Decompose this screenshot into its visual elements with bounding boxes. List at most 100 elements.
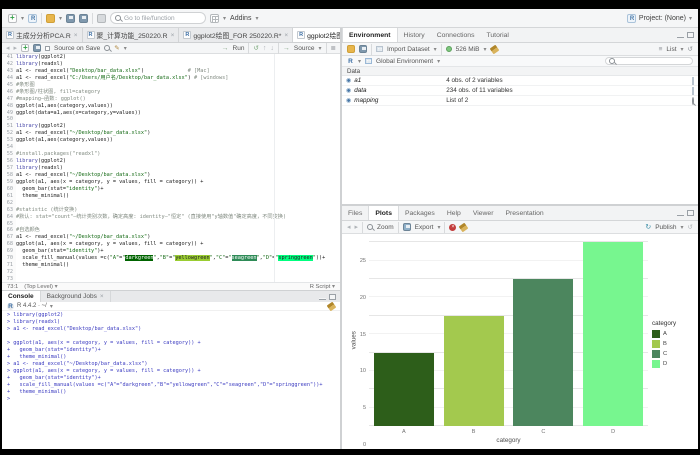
open-dropdown-icon[interactable]: ▾ xyxy=(59,15,62,22)
next-plot-icon[interactable]: ▸ xyxy=(355,223,359,231)
code-line[interactable]: 43a1 <- read_excel("Desktop/bar_data.xls… xyxy=(2,68,340,75)
save-icon[interactable] xyxy=(66,14,75,23)
project-menu[interactable]: Project: (None) xyxy=(639,15,686,22)
run-down-icon[interactable]: ↓ xyxy=(270,45,274,52)
clear-console-icon[interactable] xyxy=(327,301,337,311)
maximize-icon[interactable] xyxy=(687,210,694,216)
export-plot-button[interactable]: Export xyxy=(415,224,434,231)
code-line[interactable]: 48ggplot(a1,aes(category,values)) xyxy=(2,103,340,110)
tab-viewer[interactable]: Viewer xyxy=(467,206,500,220)
editor-tab[interactable]: R聚_计算功能_250220.R× xyxy=(83,28,180,42)
tab-close-icon[interactable]: × xyxy=(100,293,104,300)
code-line[interactable]: 52a1 <- read_excel("~/Desktop/bar_data.x… xyxy=(2,130,340,137)
code-line[interactable]: 53ggplot(a1,aes(category,values)) xyxy=(2,137,340,144)
doc-type-selector[interactable]: R Script ▾ xyxy=(310,283,335,290)
tab-close-icon[interactable]: × xyxy=(74,32,78,39)
code-line[interactable]: 68ggplot(a1, aes(x = category, y = value… xyxy=(2,241,340,248)
previous-plot-icon[interactable]: ◂ xyxy=(347,223,351,231)
tab-environment[interactable]: Environment xyxy=(342,28,398,42)
panes-dropdown-icon[interactable]: ▾ xyxy=(223,15,226,22)
expand-object-icon[interactable]: ◉ xyxy=(346,97,351,104)
environment-object-row[interactable]: ◉a14 obs. of 2 variables xyxy=(342,76,698,86)
code-tools-icon[interactable]: ✎ xyxy=(114,44,119,52)
list-dropdown-icon[interactable]: ▾ xyxy=(681,46,684,53)
expand-object-icon[interactable]: ◉ xyxy=(346,77,351,84)
code-line[interactable]: 47#mapping—函数: ggplot() xyxy=(2,96,340,103)
new-file-icon[interactable] xyxy=(8,14,17,23)
r-version-label[interactable]: R 4.4.2 · ~/ xyxy=(17,303,47,309)
import-dropdown-icon[interactable]: ▾ xyxy=(434,46,437,53)
save-doc-icon[interactable] xyxy=(33,44,41,52)
editor-tab[interactable]: Rggplot2绘图.R*× xyxy=(293,28,340,42)
minimize-icon[interactable] xyxy=(319,298,326,300)
list-view-selector[interactable]: List xyxy=(666,46,676,53)
code-line[interactable]: 72 xyxy=(2,269,340,276)
publish-dropdown-icon[interactable]: ▾ xyxy=(681,224,684,231)
code-line[interactable]: 46#条形图/柱状图, fill=category xyxy=(2,89,340,96)
environment-object-row[interactable]: ◉mappingList of 2 xyxy=(342,96,698,106)
outline-icon[interactable]: ≣ xyxy=(331,44,336,52)
code-line[interactable]: 45#条形图 xyxy=(2,82,340,89)
runtime-dropdown-icon[interactable]: ▾ xyxy=(50,303,53,310)
tab-help[interactable]: Help xyxy=(441,206,467,220)
code-line[interactable]: 51library(ggplot2) xyxy=(2,123,340,130)
environment-object-row[interactable]: ◉data234 obs. of 11 variables xyxy=(342,86,698,96)
new-file-dropdown-icon[interactable]: ▾ xyxy=(21,15,24,22)
code-line[interactable]: 61 theme_minimal() xyxy=(2,193,340,200)
tab-history[interactable]: History xyxy=(398,28,431,42)
inspect-object-icon[interactable] xyxy=(692,97,694,105)
code-line[interactable]: 64#默认: stat="count"—统计类别次数，确定高度: identit… xyxy=(2,214,340,221)
tab-presentation[interactable]: Presentation xyxy=(499,206,549,220)
find-icon[interactable] xyxy=(104,45,110,51)
minimize-icon[interactable] xyxy=(677,214,684,216)
memory-usage-label[interactable]: 526 MiB xyxy=(456,46,480,53)
environment-search-input[interactable] xyxy=(605,57,693,65)
code-line[interactable]: 62 xyxy=(2,200,340,207)
language-dropdown-icon[interactable]: ▾ xyxy=(358,58,361,65)
project-dropdown-icon[interactable]: ▾ xyxy=(689,15,692,22)
export-dropdown-icon[interactable]: ▾ xyxy=(437,224,440,231)
environment-scope-selector[interactable]: Global Environment xyxy=(376,58,433,65)
console-tab[interactable]: Console xyxy=(2,291,41,302)
tab-packages[interactable]: Packages xyxy=(399,206,441,220)
addins-dropdown-icon[interactable]: ▾ xyxy=(255,15,258,22)
run-button[interactable]: Run xyxy=(233,45,245,52)
code-line[interactable]: 73 xyxy=(2,276,340,282)
refresh-plot-icon[interactable]: ↺ xyxy=(688,223,693,231)
code-line[interactable]: 60 geom_bar(stat="identity")+ xyxy=(2,186,340,193)
print-icon[interactable] xyxy=(97,14,106,23)
code-line[interactable]: 56library(ggplot2) xyxy=(2,158,340,165)
remove-plot-icon[interactable]: × xyxy=(449,224,456,231)
code-tools-dropdown-icon[interactable]: ▾ xyxy=(124,45,127,52)
addins-menu[interactable]: Addins xyxy=(230,15,251,22)
tab-close-icon[interactable]: × xyxy=(284,32,288,39)
load-workspace-icon[interactable] xyxy=(347,45,355,53)
clear-environment-icon[interactable] xyxy=(489,44,499,54)
run-up-icon[interactable]: ↑ xyxy=(263,45,267,52)
code-line[interactable]: 50 xyxy=(2,116,340,123)
back-icon[interactable]: ◂ xyxy=(6,44,10,52)
code-line[interactable]: 55#install.packages("readxl") xyxy=(2,151,340,158)
view-table-icon[interactable] xyxy=(692,77,694,85)
console-output[interactable]: > library(ggplot2)> library(readxl)> a1 … xyxy=(2,311,340,449)
code-line[interactable]: 42library(readxl) xyxy=(2,61,340,68)
clear-plots-icon[interactable] xyxy=(459,222,469,232)
refresh-icon[interactable]: ↺ xyxy=(688,45,693,53)
code-line[interactable]: 70 scale_fill_manual(values =c("A"="dark… xyxy=(2,255,340,262)
memory-dropdown-icon[interactable]: ▾ xyxy=(484,46,487,53)
code-line[interactable]: 67a1 <- read_excel("~/Desktop/bar_data.x… xyxy=(2,234,340,241)
code-line[interactable]: 63#statistic (统计变换) xyxy=(2,207,340,214)
tab-plots[interactable]: Plots xyxy=(368,206,399,220)
source-dropdown-icon[interactable]: ▾ xyxy=(319,45,322,52)
open-file-icon[interactable] xyxy=(46,14,55,23)
maximize-icon[interactable] xyxy=(687,32,694,38)
tab-close-icon[interactable]: × xyxy=(171,32,175,39)
code-line[interactable]: 57library(readxl) xyxy=(2,165,340,172)
code-line[interactable]: 44a1 <- read_excel("C:/Users/用户名/Desktop… xyxy=(2,75,340,82)
source-button[interactable]: Source xyxy=(294,45,315,52)
editor-tab[interactable]: R主成分分析PCA.R× xyxy=(2,28,83,42)
scope-indicator[interactable]: (Top Level) ▾ xyxy=(24,283,57,290)
new-project-icon[interactable] xyxy=(28,14,37,23)
code-line[interactable]: 59ggplot(a1, aes(x = category, y = value… xyxy=(2,179,340,186)
code-editor[interactable]: 41library(ggplot2)42library(readxl)43a1 … xyxy=(2,54,340,282)
